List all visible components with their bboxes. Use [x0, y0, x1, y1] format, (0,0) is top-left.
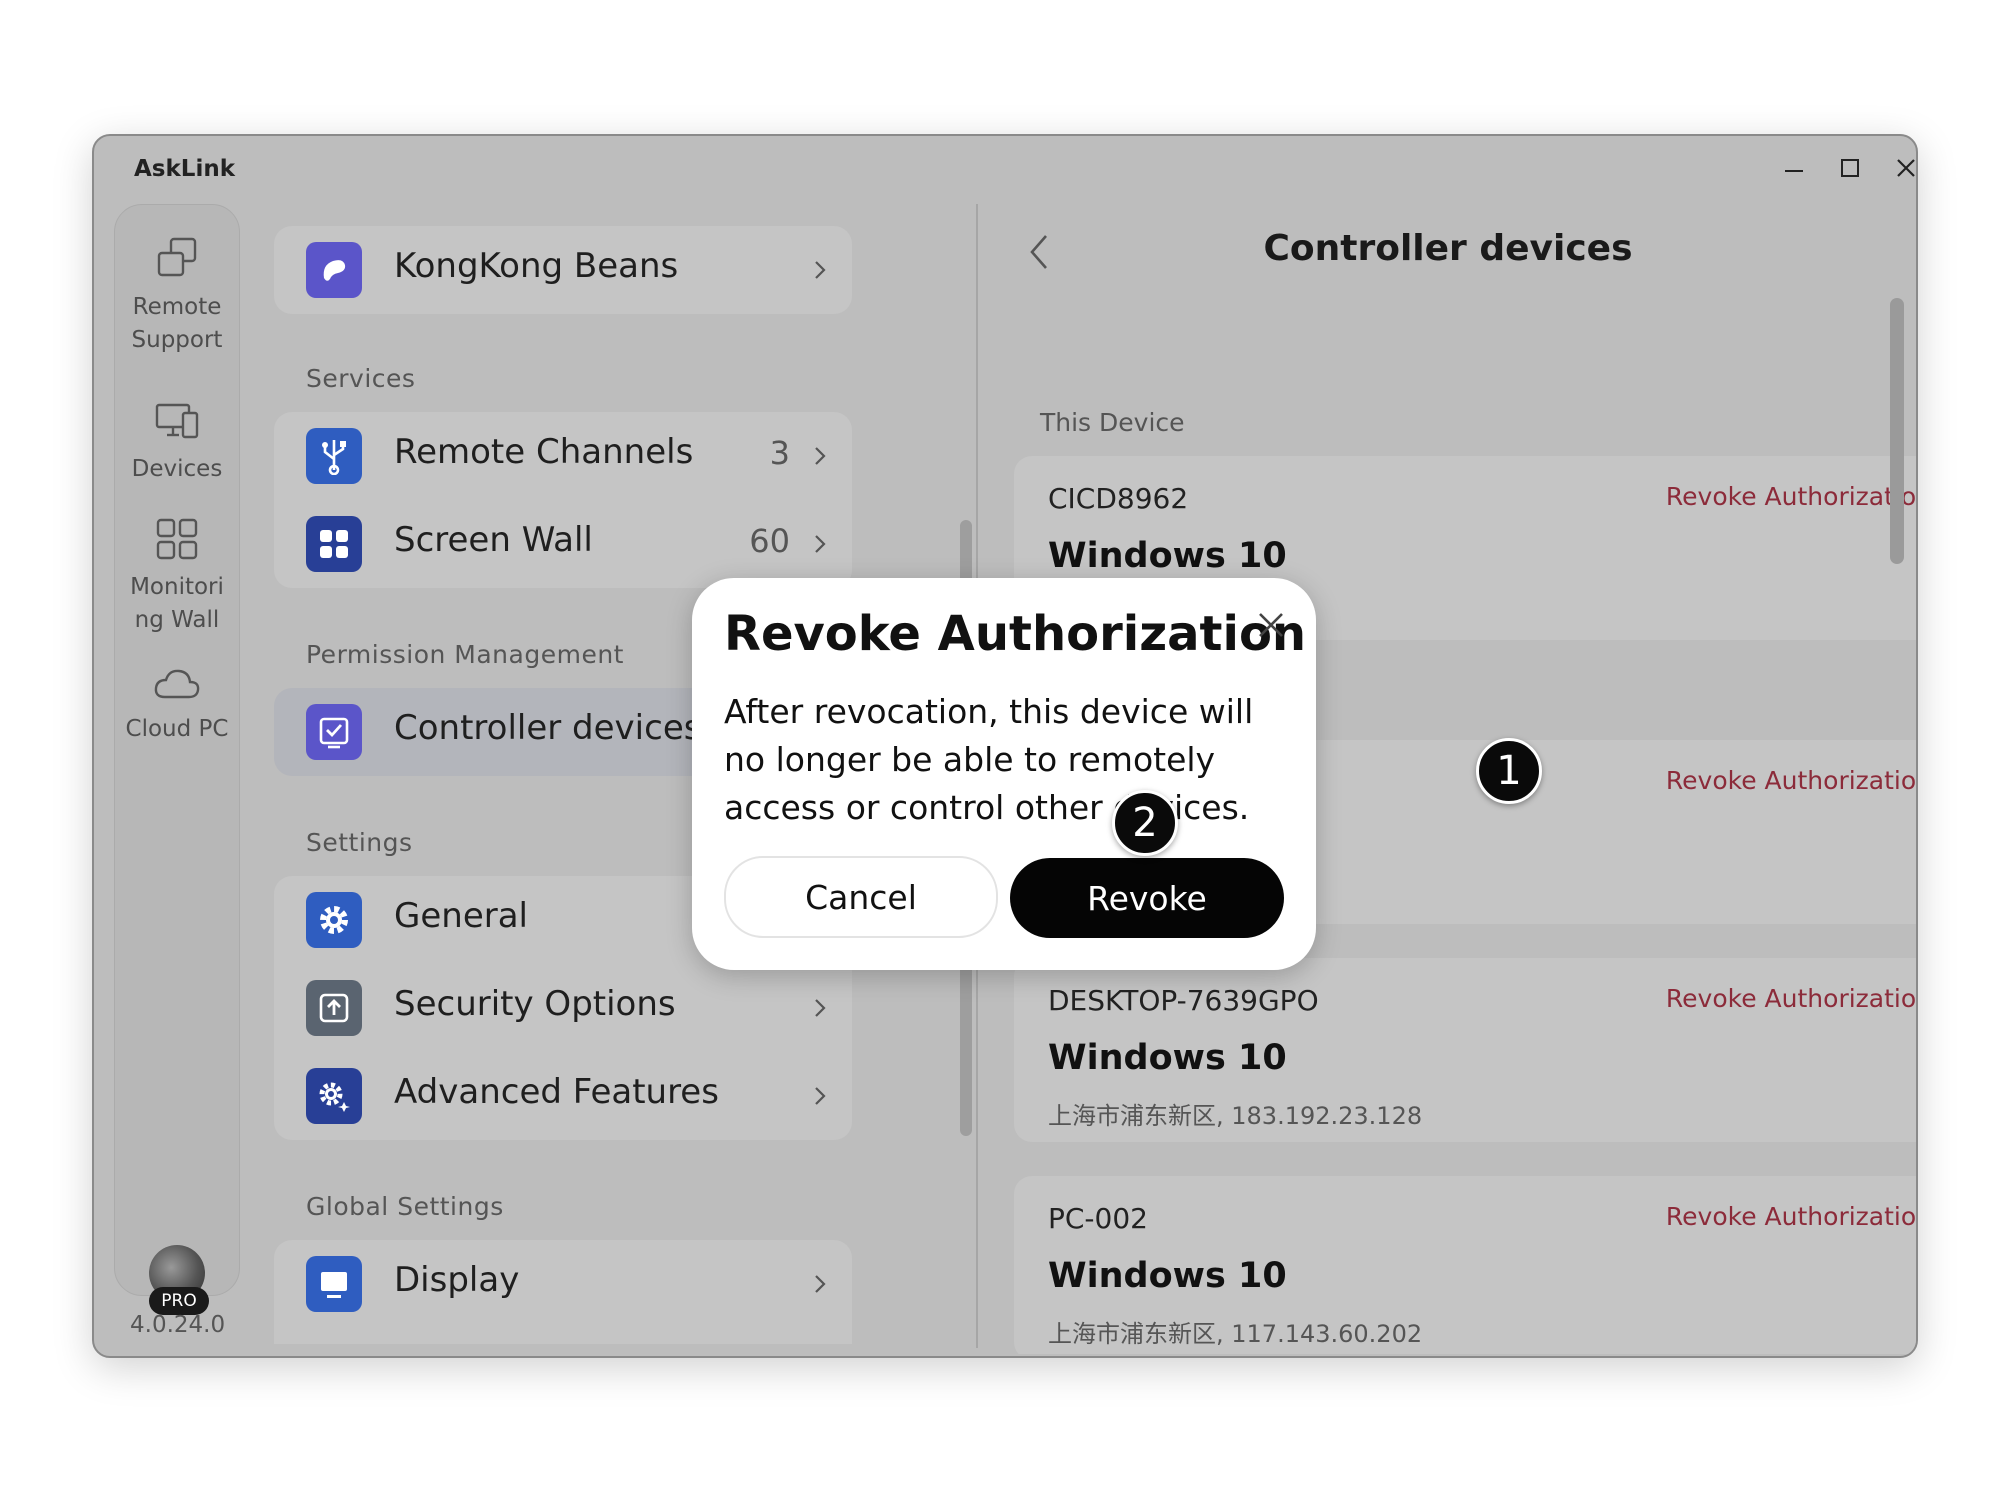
device-os: Windows 10	[1048, 536, 1287, 576]
device-name: DESKTOP-7639GPO	[1048, 984, 1319, 1017]
controller-check-icon	[306, 704, 362, 760]
row-security-options[interactable]: Security Options	[274, 964, 852, 1052]
nav-devices[interactable]: Devices	[115, 397, 239, 486]
services-card: Remote Channels 3 Screen Wall 60	[274, 412, 852, 588]
this-device-label: This Device	[1040, 408, 1185, 437]
device-location: 上海市浦东新区, 117.143.60.202	[1048, 1320, 1423, 1348]
gear-icon	[306, 892, 362, 948]
row-advanced-features[interactable]: Advanced Features	[274, 1052, 852, 1140]
pro-badge: PRO	[149, 1287, 209, 1315]
nav-monitoring-wall[interactable]: Monitori ng Wall	[115, 515, 239, 637]
upload-shield-icon	[306, 980, 362, 1036]
advanced-gear-icon	[306, 1068, 362, 1124]
device-name: PC-002	[1048, 1202, 1148, 1235]
right-scrollbar[interactable]	[1890, 298, 1904, 564]
screen-wall-icon	[306, 516, 362, 572]
global-card: Display	[274, 1240, 852, 1344]
beans-card[interactable]: KongKong Beans	[274, 226, 852, 314]
nav-remote-support[interactable]: Remote Support	[115, 235, 239, 357]
nav-label: Devices	[131, 456, 223, 482]
revoke-dialog: Revoke Authorization After revocation, t…	[692, 578, 1316, 970]
chevron-right-icon	[815, 261, 826, 279]
row-screen-wall[interactable]: Screen Wall 60	[274, 500, 852, 588]
chevron-right-icon	[815, 535, 826, 553]
close-window-icon[interactable]	[1886, 150, 1916, 186]
nav-label: Monitori ng Wall	[130, 574, 224, 633]
row-value: 3	[769, 434, 790, 472]
title-bar: AskLink	[94, 136, 1916, 200]
row-label: Display	[394, 1260, 520, 1300]
display-icon	[306, 1256, 362, 1312]
row-label: Screen Wall	[394, 520, 593, 560]
section-title-services: Services	[306, 364, 416, 393]
row-display[interactable]: Display	[274, 1240, 852, 1328]
minimize-icon[interactable]	[1774, 150, 1814, 186]
revoke-authorization-link[interactable]: Revoke Authorization	[1666, 766, 1916, 795]
nav-cloud-pc[interactable]: Cloud PC	[115, 665, 239, 746]
row-label: KongKong Beans	[394, 246, 679, 286]
monitoring-wall-icon	[156, 518, 198, 560]
row-kongkong-beans[interactable]: KongKong Beans	[274, 226, 852, 314]
device-os: Windows 10	[1048, 1038, 1287, 1078]
nav-rail: Remote Support Devices Monitori ng Wall	[114, 204, 240, 1315]
device-os: Windows 10	[1048, 1256, 1287, 1296]
chevron-right-icon	[815, 999, 826, 1017]
cancel-button[interactable]: Cancel	[724, 856, 998, 938]
row-label: Advanced Features	[394, 1072, 719, 1112]
section-title-global: Global Settings	[306, 1192, 504, 1221]
revoke-authorization-link[interactable]: Revoke Authorization	[1666, 984, 1916, 1013]
dialog-title: Revoke Authorization	[724, 606, 1307, 662]
devices-icon	[155, 403, 199, 439]
app-title: AskLink	[134, 156, 235, 182]
row-label: General	[394, 896, 528, 936]
row-label: Remote Channels	[394, 432, 694, 472]
revoke-authorization-link[interactable]: Revoke Authorization	[1666, 1202, 1916, 1231]
close-icon[interactable]	[1256, 610, 1286, 640]
nav-label: Remote Support	[131, 294, 223, 353]
chevron-right-icon	[815, 1275, 826, 1293]
cloud-icon	[154, 669, 200, 699]
device-name: CICD8962	[1048, 482, 1189, 515]
remote-support-icon	[157, 237, 197, 277]
device-card: DESKTOP-7639GPO Windows 10 上海市浦东新区, 183.…	[1014, 958, 1916, 1142]
maximize-icon[interactable]	[1830, 150, 1870, 186]
dialog-message: After revocation, this device will no lo…	[724, 692, 1254, 827]
device-card: PC-002 Windows 10 上海市浦东新区, 117.143.60.20…	[1014, 1176, 1916, 1354]
row-remote-channels[interactable]: Remote Channels 3	[274, 412, 852, 500]
row-value: 60	[749, 522, 790, 560]
chevron-right-icon	[815, 447, 826, 465]
row-label: Controller devices	[394, 708, 702, 748]
page-title: Controller devices	[1263, 228, 1633, 269]
section-title-permission: Permission Management	[306, 640, 624, 669]
step-marker-2: 2	[1112, 790, 1178, 856]
row-label: Security Options	[394, 984, 676, 1024]
usb-icon	[306, 428, 362, 484]
device-location: 上海市浦东新区, 183.192.23.128	[1048, 1102, 1423, 1130]
step-marker-1: 1	[1476, 738, 1542, 804]
nav-label: Cloud PC	[125, 716, 229, 742]
section-title-settings: Settings	[306, 828, 413, 857]
beans-icon	[306, 242, 362, 298]
version-label: 4.0.24.0	[130, 1312, 226, 1338]
revoke-button[interactable]: Revoke	[1010, 858, 1284, 938]
revoke-authorization-link[interactable]: Revoke Authorization	[1666, 482, 1916, 511]
chevron-right-icon	[815, 1087, 826, 1105]
